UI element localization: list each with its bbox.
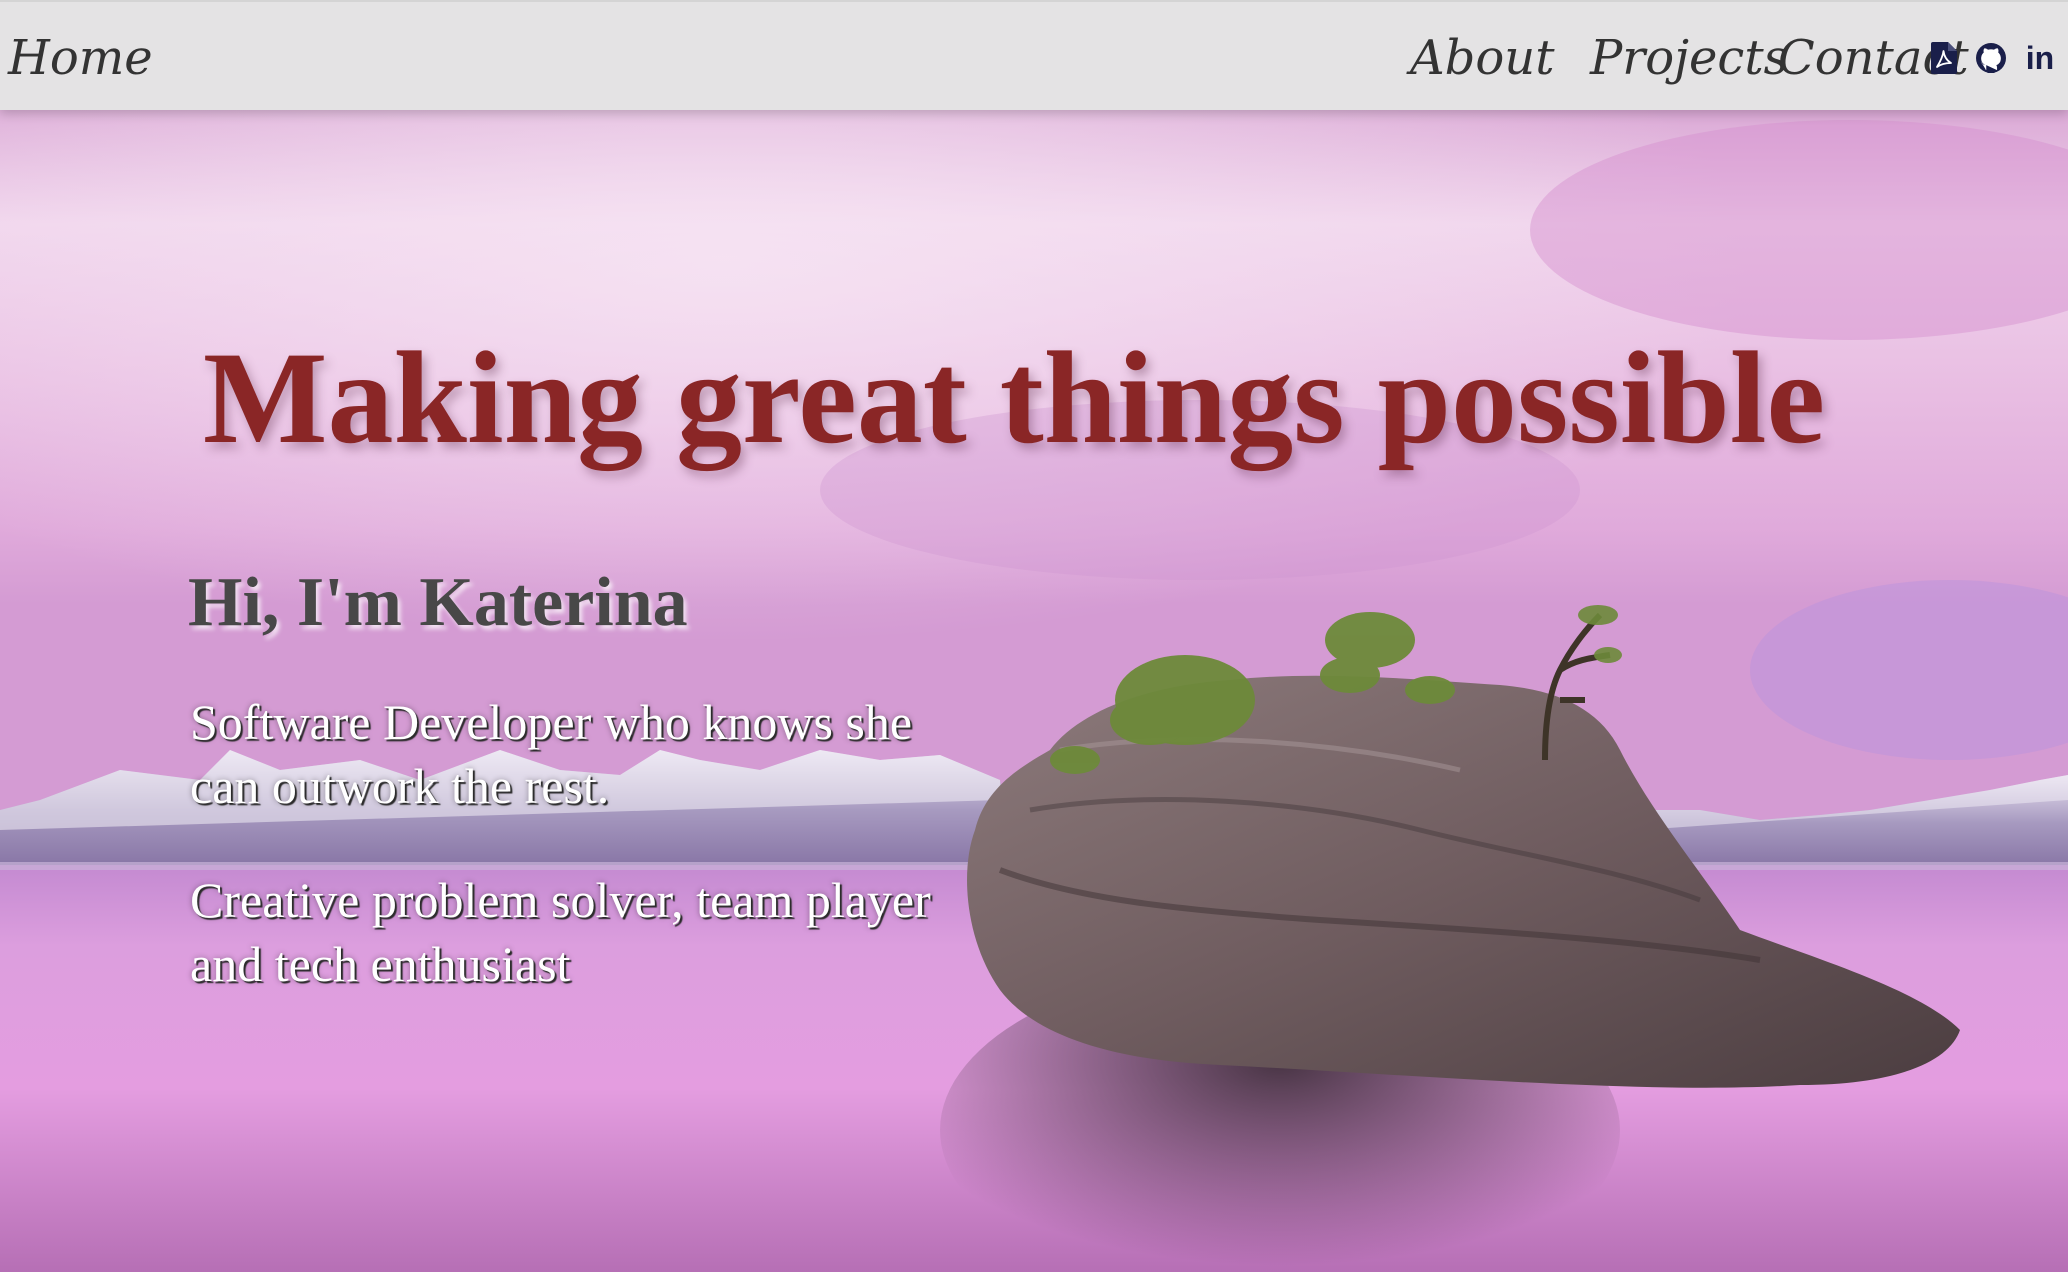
linkedin-icon-glyph: in (2025, 40, 2055, 76)
hero-headline: Making great things possible (202, 324, 1826, 472)
linkedin-icon[interactable]: in (2024, 42, 2056, 74)
hero-tagline-creative: Creative problem solver, team player and… (190, 872, 931, 992)
nav-projects-link[interactable]: Projects (1590, 18, 1788, 98)
hero-section: Making great things possible Hi, I'm Kat… (0, 110, 2068, 1272)
pdf-icon[interactable] (1928, 42, 1960, 74)
github-icon[interactable] (1975, 42, 2007, 74)
hero-tagline-developer: Software Developer who knows she can out… (190, 694, 913, 814)
nav-about-link[interactable]: About (1410, 18, 1555, 98)
top-navigation-bar: Home About Projects Contact in (0, 0, 2068, 110)
nav-home-link[interactable]: Home (8, 18, 153, 98)
hero-greeting: Hi, I'm Katerina (188, 564, 688, 642)
